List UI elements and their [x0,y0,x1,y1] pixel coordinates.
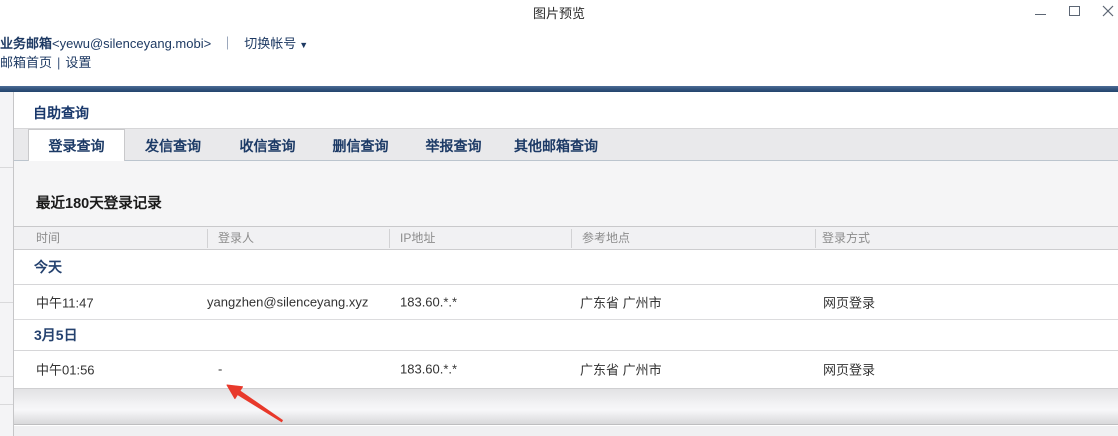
gutter-line [0,404,13,405]
tab-receive-query[interactable]: 收信查询 [221,129,314,162]
gutter-line [0,167,13,168]
account-separator: ｜ [221,36,234,51]
account-nav: 邮箱首页 | 设置 [0,52,91,71]
column-divider [815,229,816,248]
close-button[interactable] [1094,0,1118,22]
chevron-down-icon[interactable]: ▼ [299,40,308,50]
login-table-header: 时间 登录人 IP地址 参考地点 登录方式 [14,226,1118,250]
account-line: 业务邮箱<yewu@silenceyang.mobi> ｜ 切换帐号▼ [0,33,308,52]
column-divider [389,229,390,248]
column-header-user: 登录人 [218,227,254,249]
bottom-strip [14,426,1118,436]
cell-method: 网页登录 [823,360,875,379]
footer-bar [14,388,1118,425]
cell-time: 中午11:47 [36,293,94,312]
tab-other-mail-query[interactable]: 其他邮箱查询 [500,129,612,162]
cell-location: 广东省 广州市 [580,360,662,379]
cell-ip: 183.60.*.* [400,362,457,377]
tab-send-query[interactable]: 发信查询 [125,129,221,162]
mailbox-type-label: 业务邮箱 [0,36,52,51]
date-group-label: 3月5日 [34,325,78,345]
records-title: 最近180天登录记录 [36,192,162,213]
self-service-query-panel: 自助查询 登录查询 发信查询 收信查询 删信查询 举报查询 其他邮箱查询 最近1… [14,92,1118,436]
account-header: 业务邮箱<yewu@silenceyang.mobi> ｜ 切换帐号▼ 邮箱首页 | 设… [0,20,1118,86]
login-table-body: 今天 中午11:47 yangzhen@silenceyang.xyz 183.… [14,250,1118,387]
minimize-icon [1035,14,1046,15]
minimize-button[interactable] [1026,0,1054,22]
image-preview-window: 图片预览 业务邮箱<yewu@silenceyang.mobi> ｜ 切换帐号▼ 邮… [0,0,1118,436]
settings-link[interactable]: 设置 [65,55,91,70]
tab-delete-query[interactable]: 删信查询 [314,129,407,162]
cell-method: 网页登录 [823,293,875,312]
maximize-button[interactable] [1060,0,1088,22]
nav-divider: | [57,55,60,70]
column-divider [571,229,572,248]
column-divider [207,229,208,248]
gutter-line [0,302,13,303]
table-row: 中午11:47 yangzhen@silenceyang.xyz 183.60.… [14,285,1118,320]
cell-user: yangzhen@silenceyang.xyz [207,295,368,310]
cell-user: - [218,362,222,377]
date-group-label: 今天 [34,257,62,277]
gutter-line [0,376,13,377]
query-tabs: 登录查询 发信查询 收信查询 删信查询 举报查询 其他邮箱查询 [28,129,612,162]
records-band: 最近180天登录记录 [14,161,1118,226]
column-header-time: 时间 [36,227,60,249]
window-titlebar: 图片预览 [0,0,1118,20]
table-row: 中午01:56 - 183.60.*.* 广东省 广州市 网页登录 [14,351,1118,387]
column-header-method: 登录方式 [822,227,870,249]
column-header-location: 参考地点 [582,227,630,249]
cell-location: 广东省 广州市 [580,293,662,312]
mailbox-address: <yewu@silenceyang.mobi> [52,36,211,51]
mailbox-home-link[interactable]: 邮箱首页 [0,55,52,70]
panel-title: 自助查询 [33,103,89,123]
column-header-ip: IP地址 [400,227,435,249]
query-tab-bar: 登录查询 发信查询 收信查询 删信查询 举报查询 其他邮箱查询 [14,128,1118,161]
tab-login-query[interactable]: 登录查询 [28,129,125,162]
cell-time: 中午01:56 [36,360,95,379]
cell-ip: 183.60.*.* [400,295,457,310]
tab-report-query[interactable]: 举报查询 [407,129,500,162]
switch-account-link[interactable]: 切换帐号 [244,36,296,51]
left-gutter [0,92,14,436]
date-group-header-mar5: 3月5日 [14,320,1118,351]
close-icon [1102,5,1114,17]
date-group-header-today: 今天 [14,250,1118,285]
maximize-icon [1069,6,1080,16]
